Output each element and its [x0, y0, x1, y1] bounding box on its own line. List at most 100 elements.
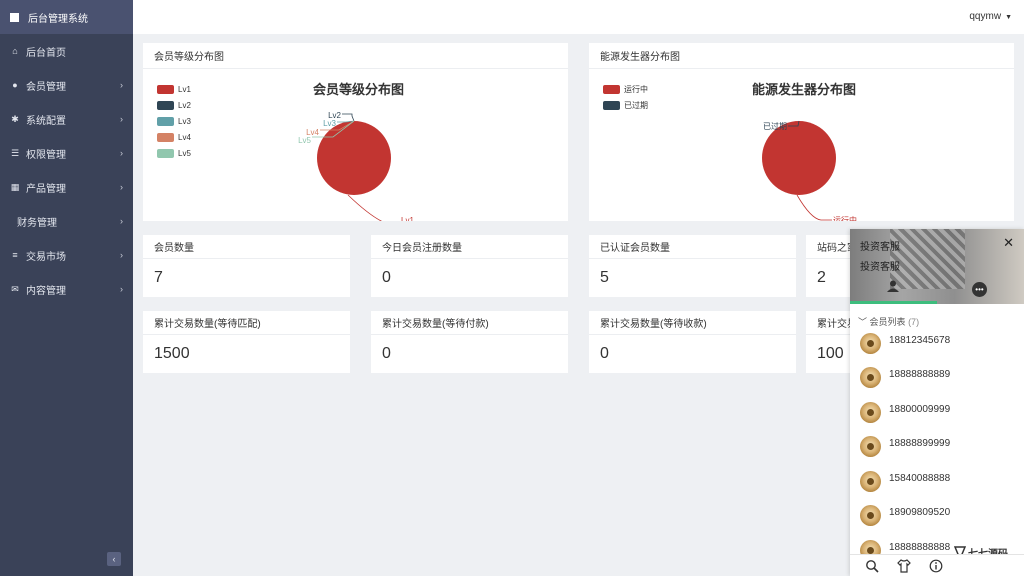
active-tab-indicator [850, 301, 937, 304]
sidebar-item-label: 产品管理 [26, 183, 66, 195]
pie-label: Lv1 [401, 216, 414, 221]
member-list-item[interactable]: 18812345678 [860, 331, 1020, 355]
stat-label: 已认证会员数量 [589, 235, 796, 259]
stat-value: 0 [600, 345, 609, 362]
member-list-count: (7) [908, 317, 920, 327]
chat-service-subtitle: 投资客服 [860, 262, 900, 273]
collapse-sidebar-button[interactable]: ‹ [107, 552, 121, 566]
stat-value: 0 [382, 345, 391, 362]
sidebar-item-label: 系统配置 [26, 115, 66, 127]
qr-pattern [890, 229, 965, 289]
member-phone: 18812345678 [889, 334, 951, 346]
pie-label-line [347, 194, 383, 221]
pie-slice[interactable] [762, 121, 836, 195]
pie-slice[interactable] [317, 121, 391, 195]
chat-footer [850, 554, 1024, 576]
member-phone: 18800009999 [889, 403, 951, 415]
bars-icon: ≡ [12, 250, 18, 260]
stat-card: 累计交易数量(等待收款) 0 [589, 311, 796, 373]
chevron-right-icon: › [120, 114, 123, 124]
stat-card: 今日会员注册数量 0 [371, 235, 568, 297]
close-icon[interactable]: ✕ [1003, 235, 1014, 251]
username: qqymw [969, 11, 1002, 22]
shirt-icon[interactable] [897, 559, 911, 573]
chevron-right-icon: › [120, 182, 123, 192]
member-list-item[interactable]: 15840088888 [860, 469, 1020, 493]
chevron-right-icon: › [120, 80, 123, 90]
stat-card: 累计交易 100 [806, 311, 850, 373]
stat-value: 0 [382, 269, 391, 286]
info-icon[interactable] [929, 559, 943, 573]
stat-label: 站码之家 [806, 235, 850, 259]
stat-label: 累计交易数量(等待收款) [589, 311, 796, 335]
sidebar-item-label: 权限管理 [26, 149, 66, 161]
member-level-panel: 会员等级分布图 Lv1 Lv2 Lv3 Lv4 Lv5 会员等级分布图 Lv1 Lv2 Lv… [143, 43, 568, 221]
chevron-down-icon: ﹀ [858, 317, 868, 327]
windows-icon: ▦ [10, 181, 20, 192]
sidebar-item[interactable]: ≡ 交易市场 › [0, 238, 133, 272]
stat-value: 2 [817, 269, 826, 286]
envelope-icon: ✉ [11, 283, 19, 294]
sidebar-nav: ⌂ 后台首页 ● 会员管理 › ✱ 系统配置 › ☰ 权限管理 › ▦ 产品管理 › 财务管理 › ≡ 交易市场 ›… [0, 34, 133, 306]
brand-title: 后台管理系统 [28, 13, 88, 25]
sidebar-item-label: 后台首页 [26, 47, 66, 59]
avatar [860, 401, 881, 423]
sidebar-item[interactable]: ☰ 权限管理 › [0, 136, 133, 170]
avatar [860, 367, 881, 388]
pie-label: Lv5 [298, 136, 311, 145]
member-phone: 18888899999 [889, 438, 951, 449]
brand-logo-icon [10, 12, 19, 22]
sidebar-item[interactable]: ▦ 产品管理 › [0, 170, 133, 204]
sidebar: 后台管理系统 ⌂ 后台首页 ● 会员管理 › ✱ 系统配置 › ☰ 权限管理 › ▦ 产品管理 › 财务管理… [0, 0, 133, 576]
sidebar-item[interactable]: ✉ 内容管理 › [0, 272, 133, 306]
energy-pie-chart: 运行中 已过期 [762, 120, 857, 221]
stat-value: 1500 [154, 345, 190, 362]
stat-label: 会员数量 [143, 235, 350, 259]
chat-header: 投资客服 投资客服 ✕ ••• [850, 229, 1024, 304]
stat-value: 7 [154, 269, 163, 286]
member-list-item[interactable]: 18800009999 [860, 400, 1020, 424]
user-icon[interactable] [886, 279, 900, 293]
energy-panel: 能源发生器分布图 运行中 已过期 能源发生器分布图 运行中 已过期 [589, 43, 1014, 221]
member-list-item[interactable]: 18888899999 [860, 435, 1020, 459]
sidebar-item-label: 内容管理 [26, 285, 66, 297]
list-icon: ☰ [10, 147, 20, 158]
user-menu[interactable]: qqymw ▼ [969, 11, 1012, 22]
sidebar-item-label: 财务管理 [17, 217, 57, 229]
stat-card: 站码之家 2 [806, 235, 850, 297]
member-list-title: 会员列表 [869, 317, 906, 327]
member-list-item[interactable]: 18909809520 [860, 504, 1020, 528]
member-list-header[interactable]: ﹀ 会员列表 (7) [858, 315, 919, 328]
pie-label: 已过期 [763, 121, 787, 131]
sidebar-item-label: 会员管理 [26, 81, 66, 93]
panel-header: 能源发生器分布图 [589, 43, 1014, 69]
avatar [860, 505, 881, 526]
pie-label: Lv3 [323, 119, 336, 128]
stat-card: 累计交易数量(等待匹配) 1500 [143, 311, 350, 373]
avatar [860, 470, 881, 492]
member-level-pie-chart: Lv1Lv2Lv3Lv4Lv5 [298, 111, 414, 221]
member-phone: 18888888889 [889, 369, 951, 380]
member-phone: 18888888888 [889, 541, 951, 553]
topbar: qqymw ▼ [133, 0, 1024, 34]
stat-card: 会员数量 7 [143, 235, 350, 297]
avatar [860, 332, 881, 354]
sidebar-item[interactable]: ✱ 系统配置 › [0, 102, 133, 136]
sidebar-item[interactable]: ● 会员管理 › [0, 68, 133, 102]
stat-label: 累计交易数量(等待付款) [371, 311, 568, 335]
sidebar-item[interactable]: 财务管理 › [0, 204, 133, 238]
brand[interactable]: 后台管理系统 [0, 0, 133, 34]
chat-service-title: 投资客服 [860, 242, 900, 253]
member-phone: 18909809520 [889, 507, 951, 518]
sidebar-item[interactable]: ⌂ 后台首页 [0, 34, 133, 68]
stat-value: 100 [817, 345, 844, 362]
panel-header: 会员等级分布图 [143, 43, 568, 69]
pie-label-line [342, 113, 355, 122]
cogs-icon: ✱ [11, 113, 19, 124]
search-icon[interactable] [865, 559, 879, 573]
stat-label: 累计交易 [806, 311, 850, 335]
pie-label-line [796, 194, 832, 221]
user-icon: ● [12, 80, 18, 90]
member-list-item[interactable]: 18888888889 [860, 366, 1020, 390]
chat-bubble-icon[interactable]: ••• [972, 282, 987, 297]
